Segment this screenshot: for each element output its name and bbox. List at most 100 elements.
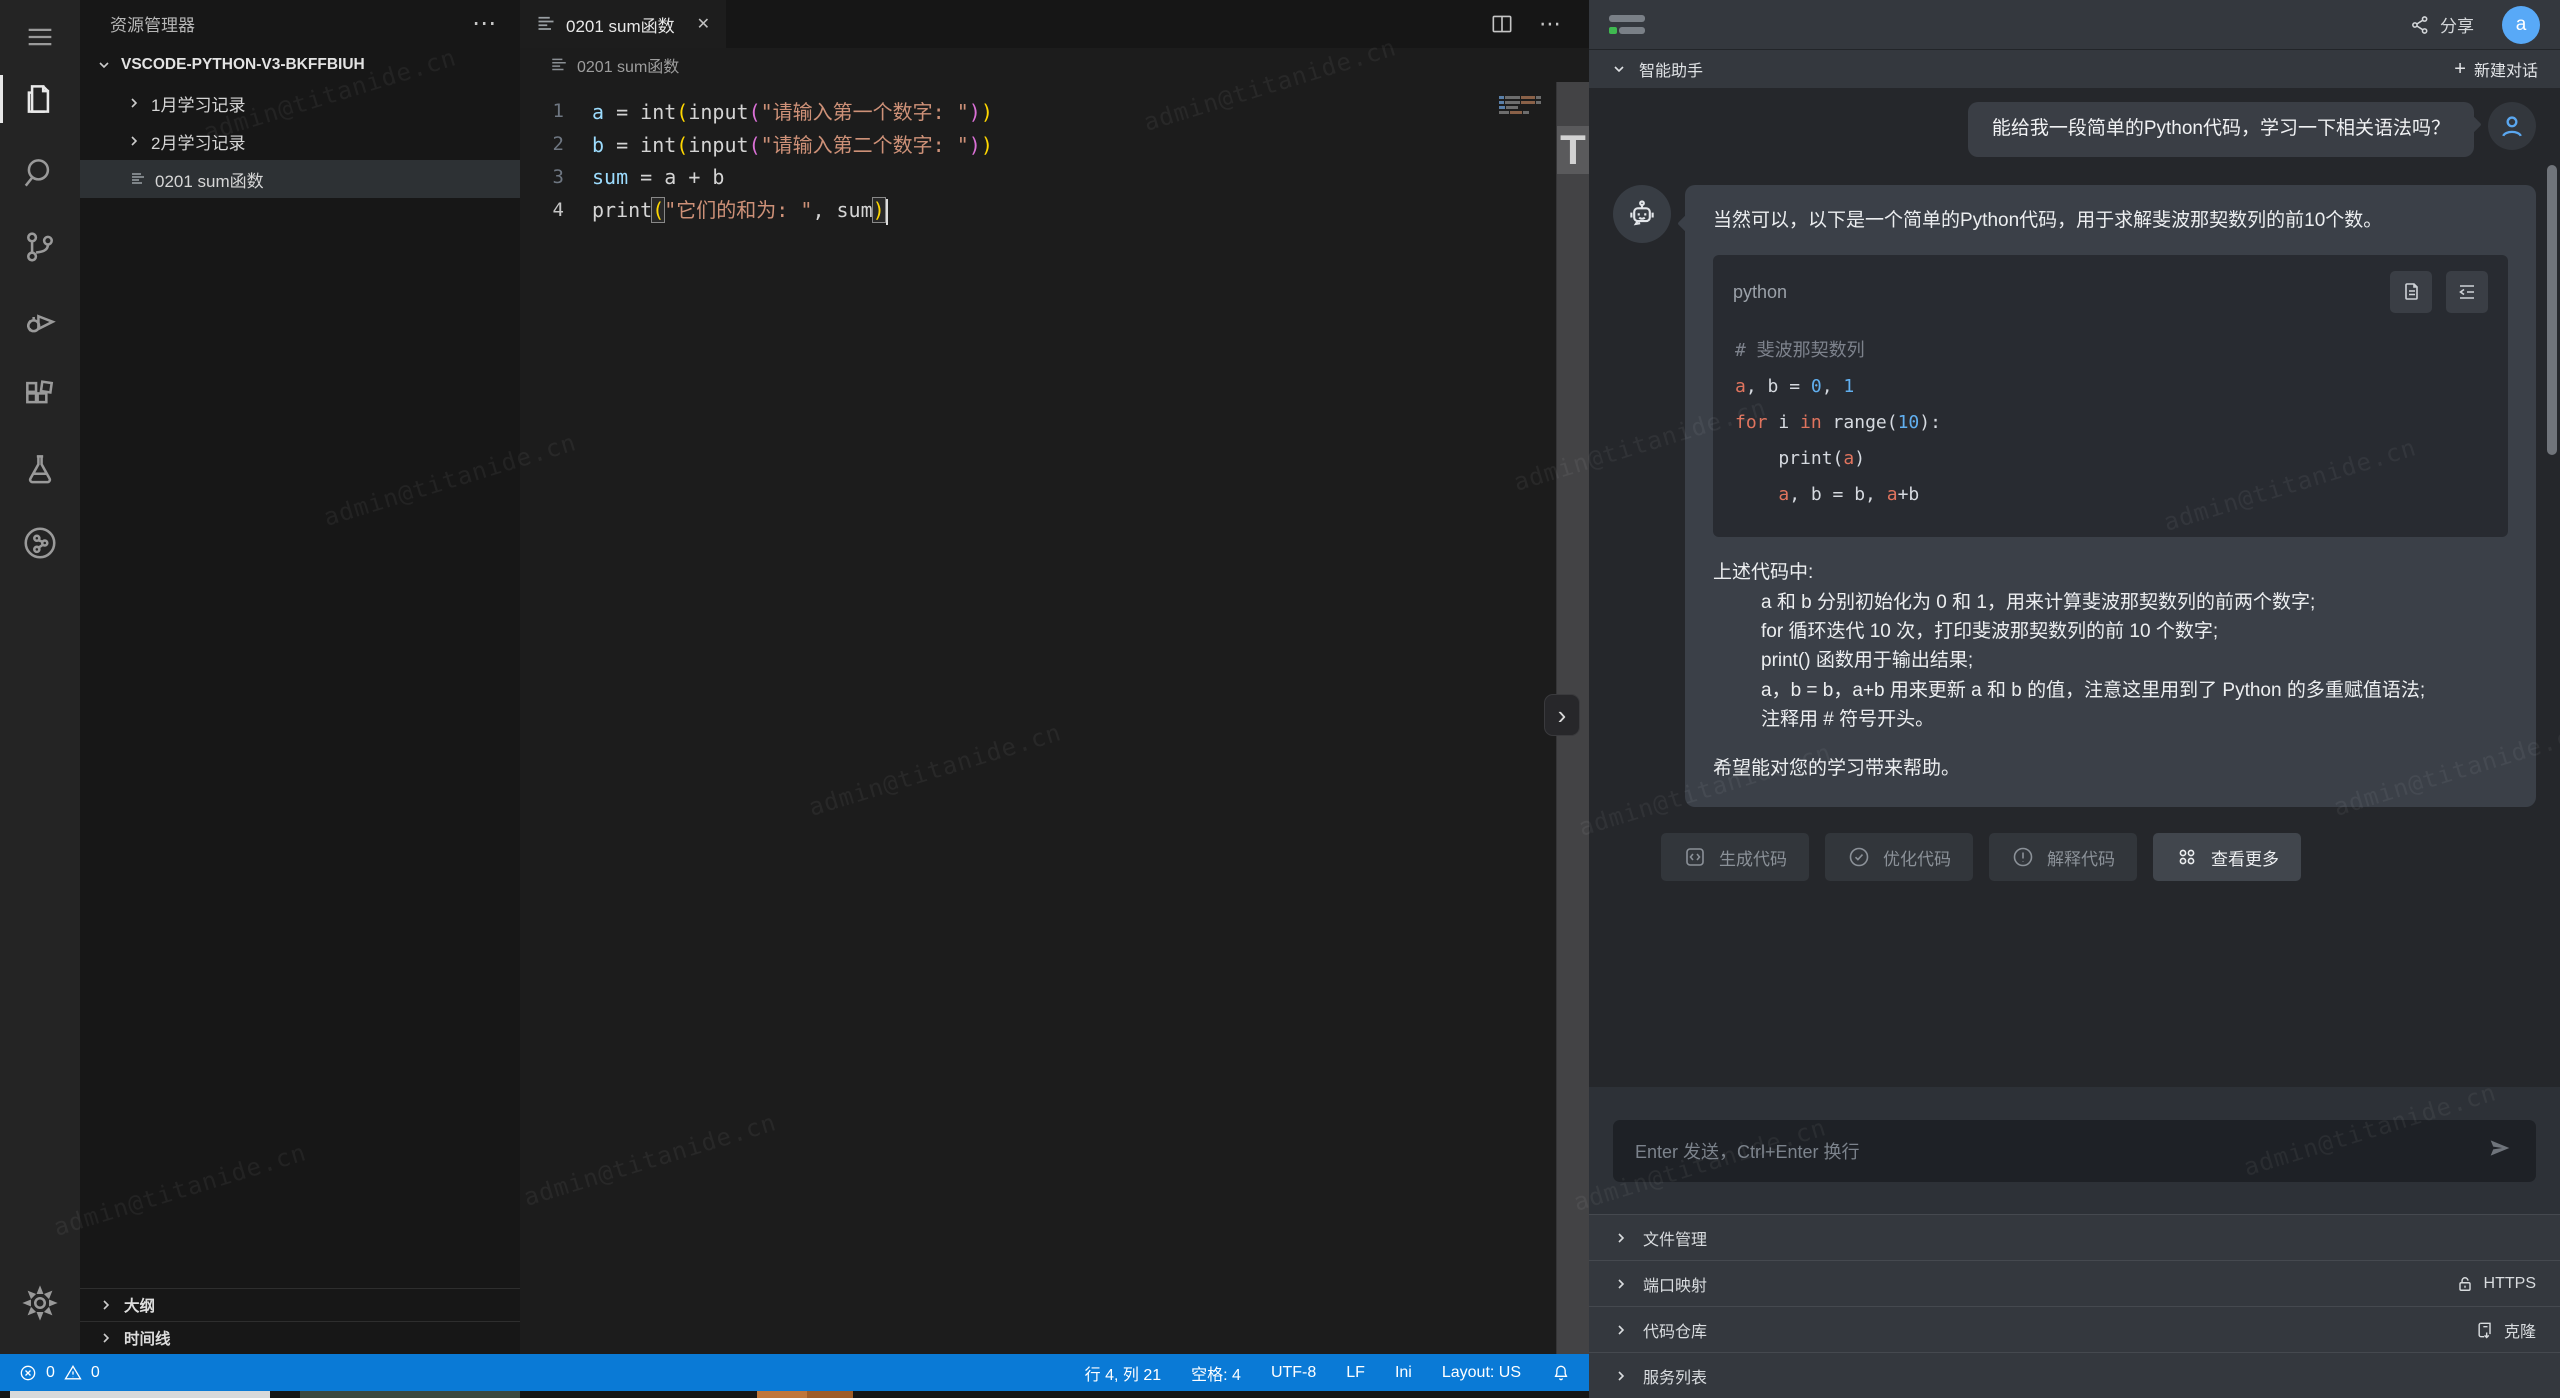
settings-gear-icon[interactable]: [0, 1266, 80, 1340]
sidebar-more-icon[interactable]: ⋯: [472, 9, 498, 38]
new-chat-label: 新建对话: [2474, 57, 2538, 81]
chat-code-line: print(a): [1735, 441, 2486, 477]
taskbar-segment: [10, 1391, 270, 1398]
send-button[interactable]: [2486, 1134, 2514, 1167]
insert-code-button[interactable]: [2446, 271, 2488, 313]
chevron-right-icon: [1613, 1276, 1629, 1292]
editor-group: 0201 sum函数 ✕ ⋯ 0201 sum函数 1a = int(input…: [520, 0, 1589, 1354]
assistant-avatar: [1613, 185, 1671, 243]
share-label: 分享: [2440, 12, 2474, 37]
sidebar-title: 资源管理器: [110, 11, 195, 36]
share-icon: [2409, 14, 2431, 36]
file-list-icon: [130, 171, 146, 187]
chevron-right-icon: ›: [1558, 700, 1567, 731]
assistant-title-toggle[interactable]: 智能助手: [1611, 57, 1703, 81]
explanation-item: print() 函数用于输出结果;: [1761, 646, 2508, 675]
strip-t-marker: T: [1557, 126, 1589, 174]
chevron-down-icon: [96, 57, 112, 73]
breadcrumb[interactable]: 0201 sum函数: [520, 48, 1589, 82]
chat-code-block: python: [1713, 255, 2508, 537]
file-tree: VSCODE-PYTHON-V3-BKFFBIUH 1月学习记录 2月学习记录: [80, 46, 520, 1288]
run-debug-icon[interactable]: [0, 284, 80, 358]
share-button[interactable]: 分享: [2409, 12, 2474, 37]
timeline-label: 时间线: [124, 1327, 171, 1349]
indentation-status[interactable]: 空格: 4: [1191, 1361, 1241, 1385]
chevron-right-icon: [98, 1330, 114, 1346]
panel-menu-icon[interactable]: [1609, 15, 1645, 34]
ide-window: 资源管理器 ⋯ VSCODE-PYTHON-V3-BKFFBIUH: [0, 0, 2560, 1398]
timeline-section[interactable]: 时间线: [80, 1321, 520, 1354]
https-badge[interactable]: HTTPS: [2455, 1274, 2536, 1294]
quick-actions-row: 生成代码 优化代码 解释代码 查看更多: [1661, 833, 2536, 881]
explanation-item: a 和 b 分别初始化为 0 和 1，用来计算斐波那契数列的前两个数字;: [1761, 588, 2508, 617]
cursor-position-status[interactable]: 行 4, 列 21: [1085, 1361, 1161, 1385]
outline-section[interactable]: 大纲: [80, 1288, 520, 1321]
assistant-title: 智能助手: [1639, 57, 1703, 81]
eol-status[interactable]: LF: [1346, 1364, 1365, 1382]
taskbar-segment: [807, 1391, 853, 1398]
editor-code-line[interactable]: 4print("它们的和为: ", sum): [520, 193, 1589, 226]
view-more-button[interactable]: 查看更多: [2153, 833, 2301, 881]
panel-scrollbar[interactable]: [2547, 165, 2557, 455]
tree-folder-feb[interactable]: 2月学习记录: [80, 122, 520, 160]
code-editor[interactable]: 1a = int(input("请输入第一个数字: "))2b = int(in…: [520, 82, 1589, 1354]
errors-icon: [18, 1363, 38, 1383]
tab-close-icon[interactable]: ✕: [697, 14, 710, 34]
editor-more-icon[interactable]: ⋯: [1539, 11, 1563, 37]
expand-panel-button[interactable]: ›: [1544, 694, 1580, 736]
bell-icon[interactable]: [1551, 1363, 1571, 1383]
tab-bar: 0201 sum函数 ✕ ⋯: [520, 0, 1589, 48]
file-list-icon: [536, 14, 556, 34]
clone-action[interactable]: 克隆: [2475, 1318, 2536, 1342]
exclamation-circle-icon: [2011, 845, 2035, 869]
breadcrumb-label: 0201 sum函数: [577, 53, 679, 77]
section-file-management[interactable]: 文件管理: [1589, 1214, 2560, 1260]
chevron-right-icon: [98, 1297, 114, 1313]
generate-code-button[interactable]: 生成代码: [1661, 833, 1809, 881]
new-chat-button[interactable]: + 新建对话: [2454, 57, 2538, 81]
tree-root-folder[interactable]: VSCODE-PYTHON-V3-BKFFBIUH: [80, 46, 520, 84]
menu-icon[interactable]: [0, 12, 80, 62]
split-editor-icon[interactable]: [1489, 11, 1515, 37]
language-mode-status[interactable]: Ini: [1395, 1364, 1412, 1382]
tree-folder-label: 2月学习记录: [151, 129, 245, 154]
tree-folder-jan[interactable]: 1月学习记录: [80, 84, 520, 122]
user-message-row: 能给我一段简单的Python代码，学习一下相关语法吗？: [1613, 102, 2536, 157]
explain-code-button[interactable]: 解释代码: [1989, 833, 2137, 881]
editor-code-line[interactable]: 2b = int(input("请输入第二个数字: ")): [520, 127, 1589, 160]
remote-share-icon[interactable]: [0, 506, 80, 580]
section-code-repo[interactable]: 代码仓库 克隆: [1589, 1306, 2560, 1352]
panel-top-bar: 分享 a: [1589, 0, 2560, 50]
chat-input[interactable]: Enter 发送，Ctrl+Enter 换行: [1613, 1120, 2536, 1182]
minimap[interactable]: [1499, 96, 1541, 116]
code-language-label: python: [1733, 279, 1787, 306]
source-control-icon[interactable]: [0, 210, 80, 284]
person-icon: [2498, 112, 2526, 140]
editor-code-line[interactable]: 3sum = a + b: [520, 160, 1589, 193]
copy-icon: [2399, 280, 2423, 304]
testing-flask-icon[interactable]: [0, 432, 80, 506]
explanation-list: a 和 b 分别初始化为 0 和 1，用来计算斐波那契数列的前两个数字;for …: [1713, 588, 2508, 735]
chat-input-placeholder: Enter 发送，Ctrl+Enter 换行: [1635, 1138, 1860, 1164]
user-message-bubble: 能给我一段简单的Python代码，学习一下相关语法吗？: [1968, 102, 2474, 157]
user-avatar[interactable]: a: [2502, 6, 2540, 44]
file-list-icon: [550, 56, 568, 74]
lock-icon: [2455, 1274, 2475, 1294]
assistant-message-row: 当然可以，以下是一个简单的Python代码，用于求解斐波那契数列的前10个数。 …: [1613, 185, 2536, 808]
outline-label: 大纲: [124, 1294, 155, 1316]
editor-code-line[interactable]: 1a = int(input("请输入第一个数字: ")): [520, 94, 1589, 127]
explorer-icon[interactable]: [0, 62, 80, 136]
paper-plane-icon: [2486, 1134, 2514, 1162]
encoding-status[interactable]: UTF-8: [1271, 1364, 1316, 1382]
problems-status[interactable]: 0 0: [18, 1363, 100, 1383]
keyboard-layout-status[interactable]: Layout: US: [1442, 1364, 1521, 1382]
section-port-mapping[interactable]: 端口映射 HTTPS: [1589, 1260, 2560, 1306]
section-service-list[interactable]: 服务列表: [1589, 1352, 2560, 1398]
tab-0201-sum[interactable]: 0201 sum函数 ✕: [520, 0, 726, 48]
tree-file-0201[interactable]: 0201 sum函数: [80, 160, 520, 198]
copy-code-button[interactable]: [2390, 271, 2432, 313]
optimize-code-button[interactable]: 优化代码: [1825, 833, 1973, 881]
extensions-icon[interactable]: [0, 358, 80, 432]
search-icon[interactable]: [0, 136, 80, 210]
warnings-icon: [63, 1363, 83, 1383]
